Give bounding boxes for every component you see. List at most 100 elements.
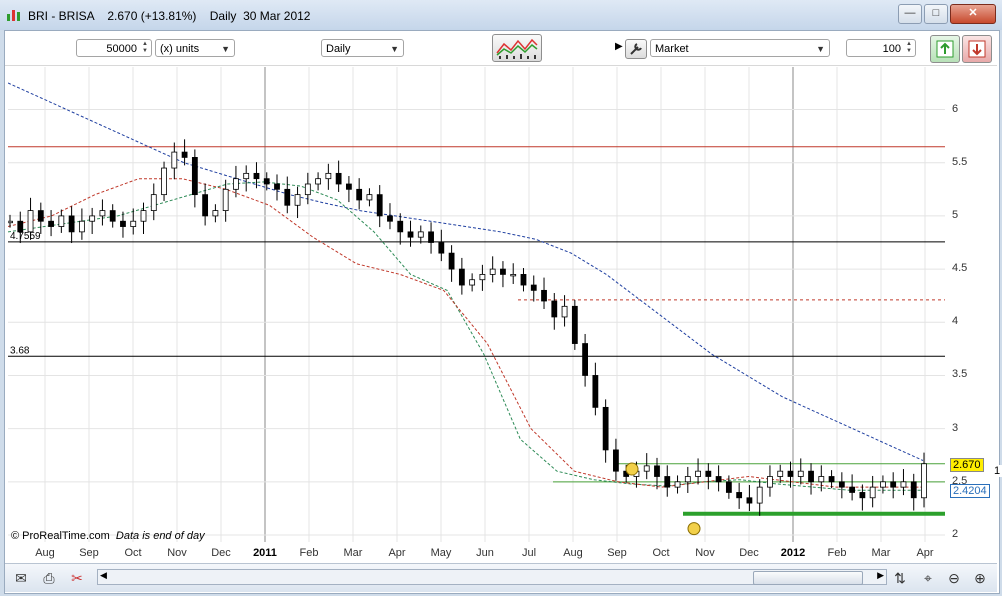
price-tick-label: 5.5 — [952, 155, 968, 168]
candle-body — [613, 449, 619, 472]
candle-body — [48, 220, 54, 227]
candle-body — [921, 463, 927, 499]
expand-arrow-icon[interactable]: ▶ — [615, 41, 623, 52]
candle-body — [181, 151, 188, 158]
order-quantity-stepper[interactable]: ▲ ▼ — [905, 41, 913, 55]
candle-body — [212, 210, 219, 217]
print-icon[interactable]: ⎙ — [39, 569, 59, 587]
candle-body — [191, 157, 198, 196]
price-tick-label: 2 — [952, 528, 959, 540]
scroll-left-icon[interactable]: ◀ — [100, 570, 107, 581]
candle-body — [233, 178, 239, 190]
zoom-bars-icon[interactable]: ⇅ — [890, 569, 910, 587]
zoom-in-icon[interactable]: ⊕ — [970, 569, 990, 587]
date-tick-label: Oct — [124, 547, 142, 559]
level-label: 3.68 — [10, 345, 30, 356]
date-tick-label: Oct — [652, 547, 670, 559]
candle-body — [469, 279, 476, 286]
zoom-fit-icon[interactable]: ⌖ — [918, 569, 938, 587]
zoom-out-icon[interactable]: ⊖ — [944, 569, 964, 587]
candle-body — [315, 178, 321, 185]
candle-body — [910, 481, 917, 499]
period-select[interactable]: Daily ▼ — [321, 39, 404, 57]
candle-body — [294, 194, 301, 206]
last-price-tag: 2.670 — [950, 457, 984, 472]
tools-icon[interactable]: ✂ — [67, 569, 87, 587]
scrollbar-thumb[interactable] — [753, 571, 863, 585]
date-axis: Aug Sep Oct Nov Dec 2011 Feb Mar Apr May Jun Jul Aug… — [8, 542, 945, 562]
candle-body — [541, 289, 547, 302]
quantity-input[interactable]: 50000 ▲ ▼ — [76, 39, 152, 57]
candle-body — [705, 470, 712, 477]
chevron-down-icon: ▼ — [816, 44, 825, 54]
indicators-icon — [496, 38, 538, 59]
order-type-value: Market — [655, 43, 689, 55]
date-tick-label: Sep — [607, 547, 627, 559]
candle-body — [458, 268, 465, 286]
candle-body — [448, 252, 455, 270]
candle-body — [725, 481, 732, 493]
candle-body — [109, 210, 116, 222]
candle-body — [78, 220, 85, 233]
candle-body — [674, 481, 681, 488]
candle-body — [900, 481, 907, 488]
candle-body — [849, 486, 856, 493]
maximize-button[interactable]: □ — [924, 4, 948, 24]
candle-body — [551, 300, 558, 318]
date-tick-label: Dec — [211, 547, 231, 559]
candle-body — [500, 268, 506, 275]
date-tick-label: Aug — [563, 547, 583, 559]
chevron-down-icon: ▼ — [221, 44, 230, 54]
sell-button[interactable] — [962, 35, 992, 63]
candle-body — [530, 284, 537, 291]
date-tick-label: Jun — [476, 547, 494, 559]
candle-body — [417, 231, 424, 238]
moving-average-line — [8, 181, 923, 491]
credit-text: © ProRealTime.com — [11, 530, 110, 542]
date-tick-label: 2011 — [253, 547, 277, 559]
chart-app-icon — [7, 10, 20, 21]
candle-body — [520, 274, 527, 286]
candle-body — [643, 465, 650, 472]
order-type-select[interactable]: Market ▼ — [650, 39, 830, 57]
candle-body — [387, 215, 393, 222]
price-tick-label: 3.5 — [952, 368, 968, 381]
date-tick-label: Mar — [343, 547, 363, 559]
order-quantity-input[interactable]: 100 ▲ ▼ — [846, 39, 916, 57]
mail-icon[interactable]: ✉ — [11, 569, 31, 587]
close-button[interactable]: ✕ — [950, 4, 996, 24]
candle-body — [890, 481, 897, 488]
price-chart[interactable]: 4.7559 3.68 — [8, 67, 945, 542]
candle-body — [510, 274, 517, 277]
chart-scrollbar[interactable]: ◀ ▶ — [97, 569, 887, 585]
candle-body — [171, 151, 178, 169]
status-bar: ✉ ⎙ ✂ ◀ ▶ ⇅ ⌖ ⊖ ⊕ — [5, 563, 997, 592]
candle-body — [828, 476, 835, 483]
buy-icon — [936, 40, 954, 58]
candle-body — [161, 167, 167, 196]
buy-button[interactable] — [930, 35, 960, 63]
candle-body — [8, 220, 13, 224]
candle-body — [695, 470, 701, 477]
price-axis: 2.670 2.4204 1 6 5.5 5 4.5 4 3.5 3 2.5 2 — [946, 67, 1002, 542]
scroll-right-icon[interactable]: ▶ — [877, 570, 884, 581]
candle-body — [818, 476, 825, 483]
candle-body — [767, 476, 773, 488]
title-bar: BRI - BRISA 2.670 (+13.81%) Daily 30 Mar… — [0, 0, 1002, 30]
unit-select[interactable]: (x) units ▼ — [155, 39, 235, 57]
price-tick-label: 4.5 — [952, 262, 968, 275]
indicators-button[interactable] — [492, 34, 542, 62]
price-tick-label: 4 — [952, 315, 959, 328]
candle-body — [325, 172, 332, 180]
candle-body — [684, 476, 691, 483]
minimize-button[interactable]: — — [898, 4, 922, 24]
candle-body — [571, 305, 578, 344]
window-title: BRI - BRISA 2.670 (+13.81%) Daily 30 Mar… — [28, 9, 311, 23]
price-tick-label: 5 — [952, 208, 959, 221]
date-tick-label: Apr — [916, 547, 934, 559]
quantity-stepper[interactable]: ▲ ▼ — [141, 41, 149, 55]
date-tick-label: Nov — [695, 547, 715, 559]
order-settings-button[interactable] — [625, 39, 647, 59]
level-label: 4.7559 — [10, 231, 41, 242]
date-tick-label: 2012 — [780, 547, 806, 559]
